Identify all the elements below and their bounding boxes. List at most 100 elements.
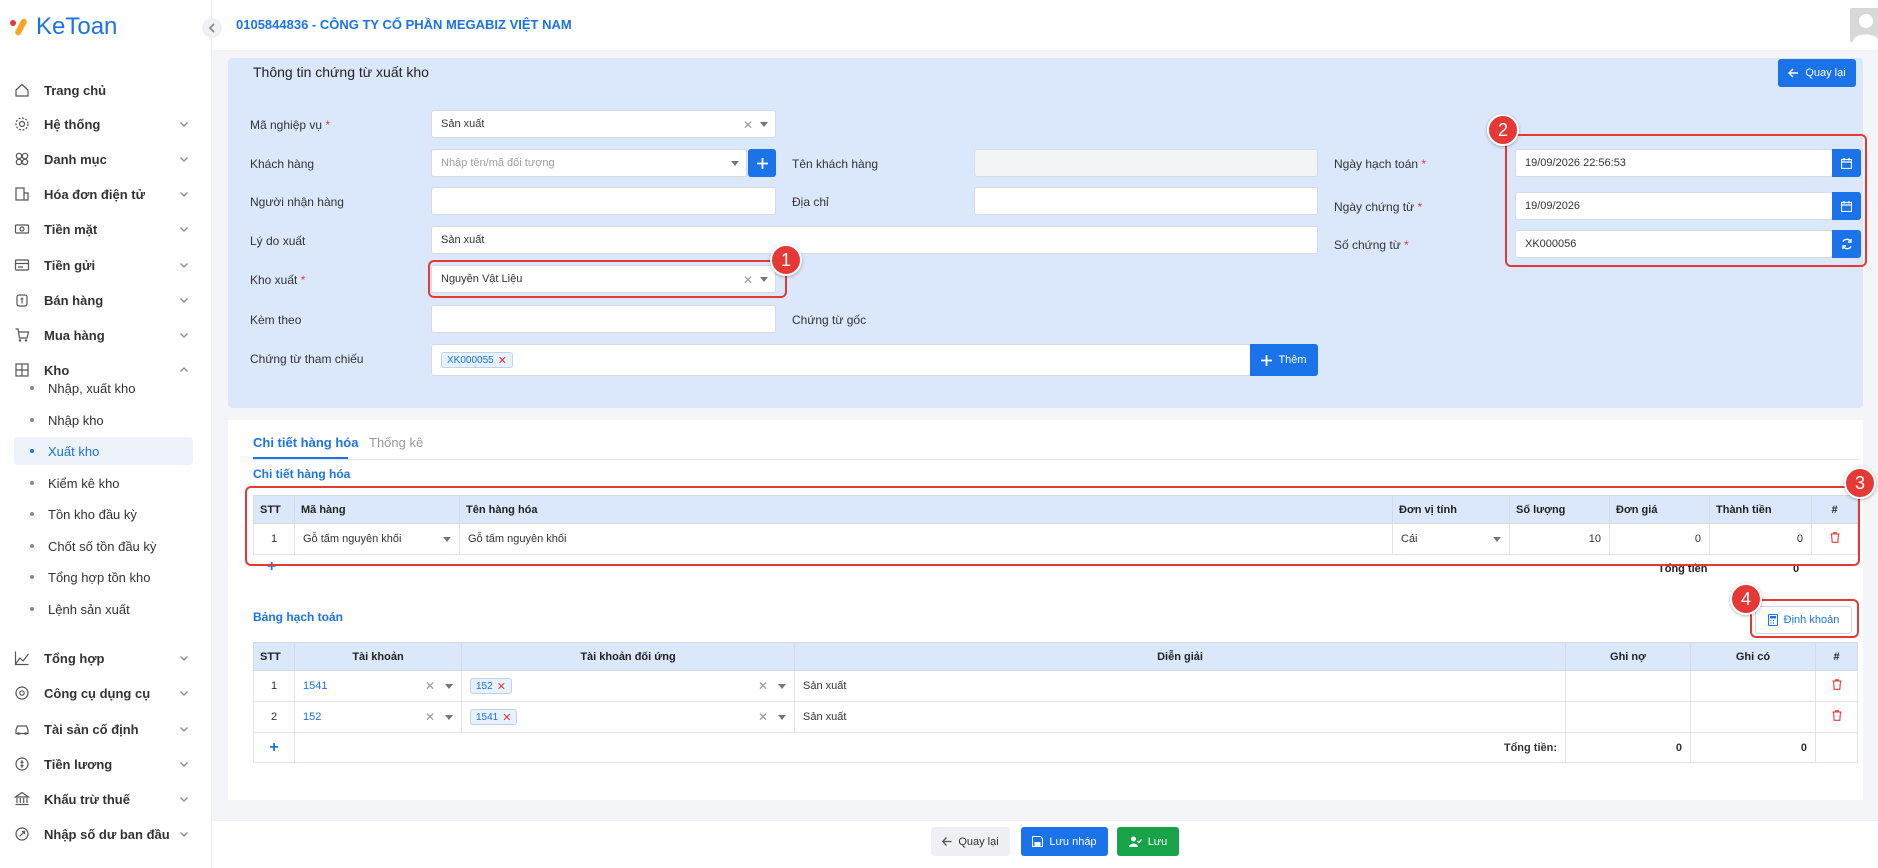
add-customer-button[interactable] xyxy=(748,149,776,177)
sidebar-item-label: Khấu trừ thuế xyxy=(44,791,130,807)
bullet-icon xyxy=(30,544,34,548)
add-reference-button[interactable]: Thêm xyxy=(1250,344,1318,376)
sidebar-item-home[interactable]: Trang chủ xyxy=(14,77,192,103)
sidebar-subitem-3[interactable]: Kiểm kê kho xyxy=(14,469,193,497)
remove-tag-icon[interactable]: ✕ xyxy=(497,680,506,693)
add-accounting-row-button[interactable]: + xyxy=(253,732,295,763)
back-button-top[interactable]: Quay lại xyxy=(1778,59,1856,87)
accounting-col-header: Ghi có xyxy=(1690,642,1816,671)
credit-input[interactable] xyxy=(1690,701,1816,733)
chevron-down-icon xyxy=(178,153,192,167)
sidebar-subitem-1[interactable]: Nhập kho xyxy=(14,406,193,434)
empty-cell xyxy=(1815,732,1858,763)
customer-select[interactable]: Nhập tên/mã đối tượng xyxy=(431,149,747,177)
accounting-row: 2 152 ✕ 1541 ✕ ✕ Sản xuất xyxy=(253,701,1858,733)
credit-input[interactable] xyxy=(1690,670,1816,702)
posting-date-label: Ngày hạch toán * xyxy=(1334,157,1427,171)
receiver-input[interactable] xyxy=(431,187,776,215)
app-root: KeToan Trang chủ Hệ thống Danh mục Hóa đơn … xyxy=(0,0,1878,868)
sidebar-item-payroll[interactable]: Tiền lương xyxy=(14,751,192,777)
sidebar-item-summary[interactable]: Tổng hợp xyxy=(14,645,192,671)
counter-account-select[interactable]: 1541 ✕ ✕ xyxy=(461,701,795,733)
caret-down-icon xyxy=(731,161,739,166)
bullet-icon xyxy=(30,418,34,422)
remove-tag-icon[interactable]: ✕ xyxy=(498,354,507,367)
accounting-table: STT Tài khoản Tài khoản đối ứng Diễn giải Gh… xyxy=(253,642,1858,763)
clear-icon[interactable]: ✕ xyxy=(425,710,435,724)
receiver-label: Người nhận hàng xyxy=(250,195,344,209)
business-code-select[interactable]: Sản xuất ✕ xyxy=(431,110,776,138)
delete-row-button[interactable] xyxy=(1815,701,1858,733)
annotation-badge-4: 4 xyxy=(1730,583,1762,615)
delete-row-button[interactable] xyxy=(1815,670,1858,702)
sidebar-subitem-5[interactable]: Chốt số tồn đầu kỳ xyxy=(14,532,193,560)
clear-icon[interactable]: ✕ xyxy=(758,679,768,693)
save-button[interactable]: Lưu xyxy=(1117,827,1179,856)
trash-icon xyxy=(1832,679,1841,690)
logo[interactable]: KeToan xyxy=(10,12,117,42)
sidebar-subitem-label: Tổng hợp tồn kho xyxy=(48,569,151,585)
chevron-down-icon xyxy=(178,687,192,701)
debit-input[interactable] xyxy=(1565,701,1691,733)
sidebar-subitem-4[interactable]: Tồn kho đầu kỳ xyxy=(14,500,193,528)
sidebar-subitem-0[interactable]: Nhập, xuất kho xyxy=(14,374,193,402)
voucher-date-label: Ngày chứng từ * xyxy=(1334,200,1423,214)
remove-tag-icon[interactable]: ✕ xyxy=(502,711,511,724)
annotation-box-1 xyxy=(428,260,787,298)
chevron-down-icon xyxy=(178,188,192,202)
annotation-badge-1: 1 xyxy=(770,244,802,276)
row-index: 2 xyxy=(253,701,295,733)
save-draft-button[interactable]: Lưu nháp xyxy=(1021,827,1108,856)
sidebar-item-catalog[interactable]: Danh mục xyxy=(14,146,192,172)
reason-input[interactable]: Sản xuất xyxy=(431,226,1318,254)
counter-account-select[interactable]: 152 ✕ ✕ xyxy=(461,670,795,702)
sidebar-item-label: Hóa đơn điện tử xyxy=(44,186,145,202)
sidebar-item-tools[interactable]: Công cụ dụng cụ xyxy=(14,680,192,706)
sidebar-subitem-7[interactable]: Lệnh sản xuất xyxy=(14,595,193,623)
clear-icon[interactable]: ✕ xyxy=(743,118,753,132)
accounting-col-header: Tài khoản đối ứng xyxy=(461,642,795,671)
sidebar-item-sales[interactable]: Bán hàng xyxy=(14,287,192,313)
account-select[interactable]: 152 ✕ xyxy=(294,701,462,733)
sidebar-subitem-2[interactable]: Xuất kho xyxy=(14,437,193,465)
sidebar-item-bank[interactable]: Tiền gửi xyxy=(14,252,192,278)
sidebar-item-purchase[interactable]: Mua hàng xyxy=(14,322,192,348)
cart-icon xyxy=(14,327,36,343)
sidebar-item-assets[interactable]: Tài sản cố định xyxy=(14,716,192,742)
clear-icon[interactable]: ✕ xyxy=(425,679,435,693)
bank-card-icon xyxy=(14,257,36,273)
sidebar-item-einvoice[interactable]: Hóa đơn điện tử xyxy=(14,181,192,207)
debit-input[interactable] xyxy=(1565,670,1691,702)
bullet-icon xyxy=(30,607,34,611)
business-code-label: Mã nghiệp vụ * xyxy=(250,118,331,132)
address-label: Địa chỉ xyxy=(792,195,829,209)
logo-icon xyxy=(10,16,32,38)
sidebar-item-system[interactable]: Hệ thống xyxy=(14,111,192,137)
money-icon xyxy=(14,221,36,237)
caret-down-icon xyxy=(445,715,453,720)
attachment-input[interactable] xyxy=(431,305,776,333)
sidebar-item-tax[interactable]: Khấu trừ thuế xyxy=(14,786,192,812)
sidebar-item-cash[interactable]: Tiền mặt xyxy=(14,216,192,242)
annotation-box-3 xyxy=(245,486,1860,566)
sidebar-collapse-button[interactable] xyxy=(202,18,222,38)
sidebar-subitem-6[interactable]: Tổng hợp tồn kho xyxy=(14,563,193,591)
tab-goods-detail[interactable]: Chi tiết hàng hóa xyxy=(253,435,358,450)
avatar[interactable] xyxy=(1850,8,1878,42)
tab-statistics[interactable]: Thống kê xyxy=(369,435,423,450)
sidebar-item-opening-balance[interactable]: Nhập số dư ban đầu xyxy=(14,821,192,847)
clear-icon[interactable]: ✕ xyxy=(758,710,768,724)
save-label: Lưu xyxy=(1147,835,1168,848)
account-select[interactable]: 1541 ✕ xyxy=(294,670,462,702)
row-index: 1 xyxy=(253,670,295,702)
chevron-down-icon xyxy=(178,652,192,666)
customer-name-field xyxy=(974,149,1318,177)
description-input[interactable]: Sản xuất xyxy=(794,701,1566,733)
reference-voucher-field[interactable]: XK000055 ✕ xyxy=(431,344,1251,376)
address-input[interactable] xyxy=(974,187,1318,215)
description-input[interactable]: Sản xuất xyxy=(794,670,1566,702)
sidebar-subitem-label: Chốt số tồn đầu kỳ xyxy=(48,538,157,554)
annotation-box-2 xyxy=(1505,134,1867,267)
chevron-down-icon xyxy=(178,329,192,343)
footer-back-button[interactable]: Quay lại xyxy=(931,827,1010,856)
